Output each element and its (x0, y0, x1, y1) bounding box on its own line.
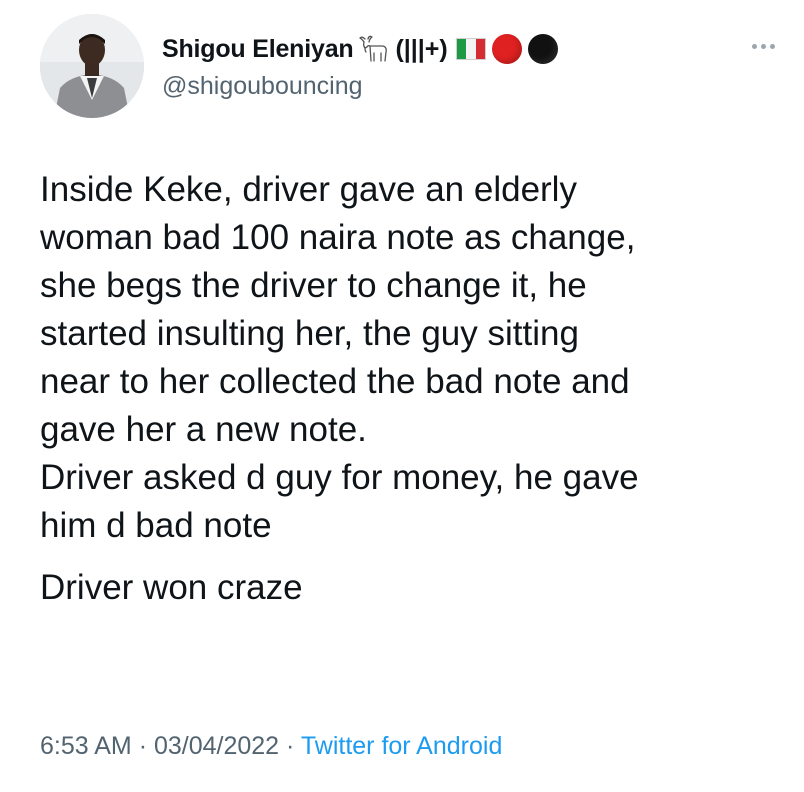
tweet-line: started insulting her, the guy sitting (40, 314, 579, 353)
display-name-suffix: (|||+) (395, 34, 448, 63)
tweet-line: Driver won craze (40, 568, 303, 607)
black-circle-icon (527, 34, 558, 64)
meta-separator: · (286, 732, 295, 760)
avatar[interactable] (40, 14, 144, 118)
tweet-line: she begs the driver to change it, he (40, 266, 587, 305)
tweet-line: Inside Keke, driver gave an elderly (40, 170, 577, 209)
tweet-paragraph: Driver won craze (40, 564, 780, 612)
tweet-time[interactable]: 6:53 AM (40, 732, 132, 760)
display-name[interactable]: Shigou Eleniyan (162, 35, 354, 64)
tweet-card: Shigou Eleniyan (|||+) @shigoubouncing I… (0, 0, 804, 792)
tweet-metadata: 6:53 AM · 03/04/2022 · Twitter for Andro… (40, 732, 502, 761)
tweet-source-link[interactable]: Twitter for Android (301, 732, 502, 760)
tweet-line: him d bad note (40, 506, 272, 545)
tweet-paragraph: Inside Keke, driver gave an elderly woma… (40, 166, 780, 550)
user-handle[interactable]: @shigoubouncing (162, 72, 363, 101)
tweet-line: gave her a new note. (40, 410, 367, 449)
tweet-line: Driver asked d guy for money, he gave (40, 458, 639, 497)
avatar-photo (40, 14, 144, 118)
tweet-text: Inside Keke, driver gave an elderly woma… (40, 166, 780, 612)
more-options-icon[interactable] (752, 44, 775, 49)
italy-flag-icon (455, 38, 486, 60)
display-name-row[interactable]: Shigou Eleniyan (|||+) (162, 32, 558, 66)
tweet-line: near to her collected the bad note and (40, 362, 630, 401)
goat-icon (359, 35, 388, 62)
tweet-line: woman bad 100 naira note as change, (40, 218, 636, 257)
red-circle-icon (491, 34, 522, 64)
meta-separator: · (138, 732, 148, 760)
tweet-date[interactable]: 03/04/2022 (154, 732, 279, 760)
